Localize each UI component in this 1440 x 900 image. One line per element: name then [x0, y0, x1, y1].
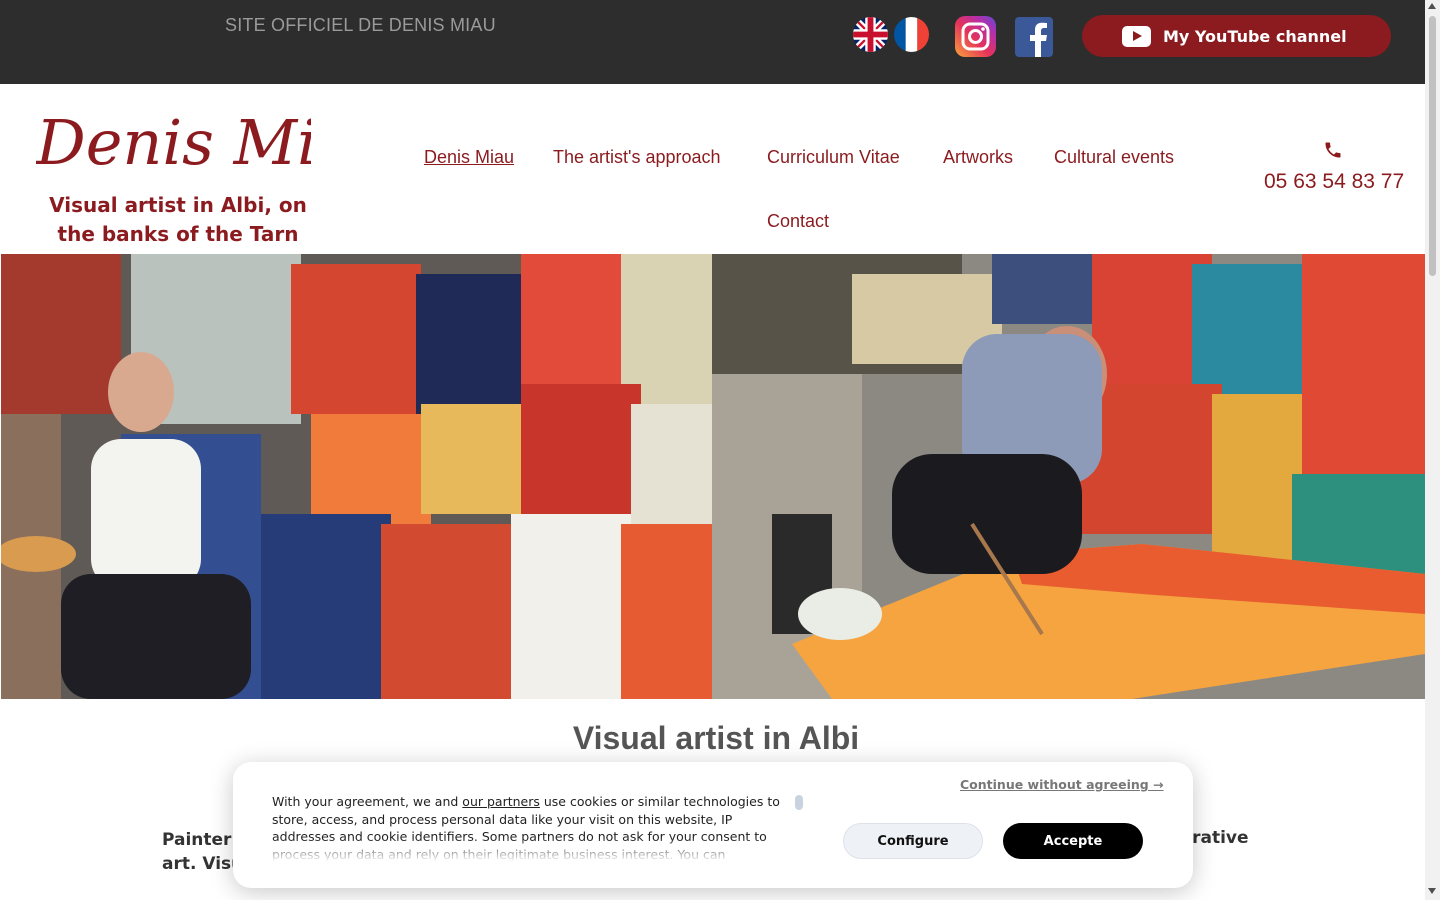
scroll-up-icon[interactable] [1428, 3, 1436, 9]
cookie-text-intro: With your agreement, we and [272, 794, 463, 809]
accept-button[interactable]: Accepte [1003, 823, 1143, 859]
hero-image-artist-with-paintings [1, 254, 712, 699]
nav-curriculum-vitae[interactable]: Curriculum Vitae [767, 147, 900, 168]
nav-contact[interactable]: Contact [767, 211, 829, 232]
site-label: SITE OFFICIEL DE DENIS MIAU [225, 15, 496, 35]
youtube-button-label: My YouTube channel [1163, 26, 1347, 46]
cookie-consent-banner: Continue without agreeing → With your ag… [233, 762, 1193, 888]
facebook-icon[interactable] [1015, 17, 1053, 57]
scroll-down-icon[interactable] [1428, 888, 1436, 894]
uk-flag-icon[interactable] [853, 17, 888, 52]
intro-text: Painter art. Visu [162, 828, 243, 876]
tagline: Visual artist in Albi, on the banks of t… [49, 193, 307, 246]
youtube-icon [1122, 25, 1151, 47]
hero-image-artist-painting [712, 254, 1425, 699]
youtube-channel-button[interactable]: My YouTube channel [1082, 15, 1391, 57]
logo[interactable]: Denis Miau [36, 96, 311, 178]
cookie-text-fade [272, 838, 792, 862]
page-scrollbar[interactable] [1425, 0, 1440, 900]
nav-cultural-events[interactable]: Cultural events [1054, 147, 1174, 168]
section-title: Visual artist in Albi [572, 720, 860, 756]
cookie-text-scrollbar[interactable] [795, 795, 803, 810]
nav-artworks[interactable]: Artworks [943, 147, 1013, 168]
intro-text-line-2: art. Visu [162, 854, 244, 874]
nav-denis-miau[interactable]: Denis Miau [424, 147, 514, 168]
instagram-icon[interactable] [955, 16, 996, 57]
scroll-thumb[interactable] [1429, 16, 1436, 276]
site-header: Denis Miau Visual artist in Albi, on the… [0, 84, 1425, 254]
configure-button[interactable]: Configure [843, 823, 983, 859]
partners-link[interactable]: our partners [462, 794, 540, 809]
fr-flag-icon[interactable] [894, 17, 929, 52]
top-bar: SITE OFFICIEL DE DENIS MIAU My YouTube c… [0, 0, 1425, 84]
continue-without-agreeing-link[interactable]: Continue without agreeing → [960, 777, 1164, 792]
phone-number[interactable]: 05 63 54 83 77 [1264, 170, 1404, 194]
phone-icon [1325, 142, 1341, 158]
nav-artists-approach[interactable]: The artist's approach [553, 147, 721, 168]
svg-text:Denis Miau: Denis Miau [36, 106, 311, 178]
hero-images [1, 254, 1425, 699]
intro-text-line-1: Painter [162, 830, 232, 850]
